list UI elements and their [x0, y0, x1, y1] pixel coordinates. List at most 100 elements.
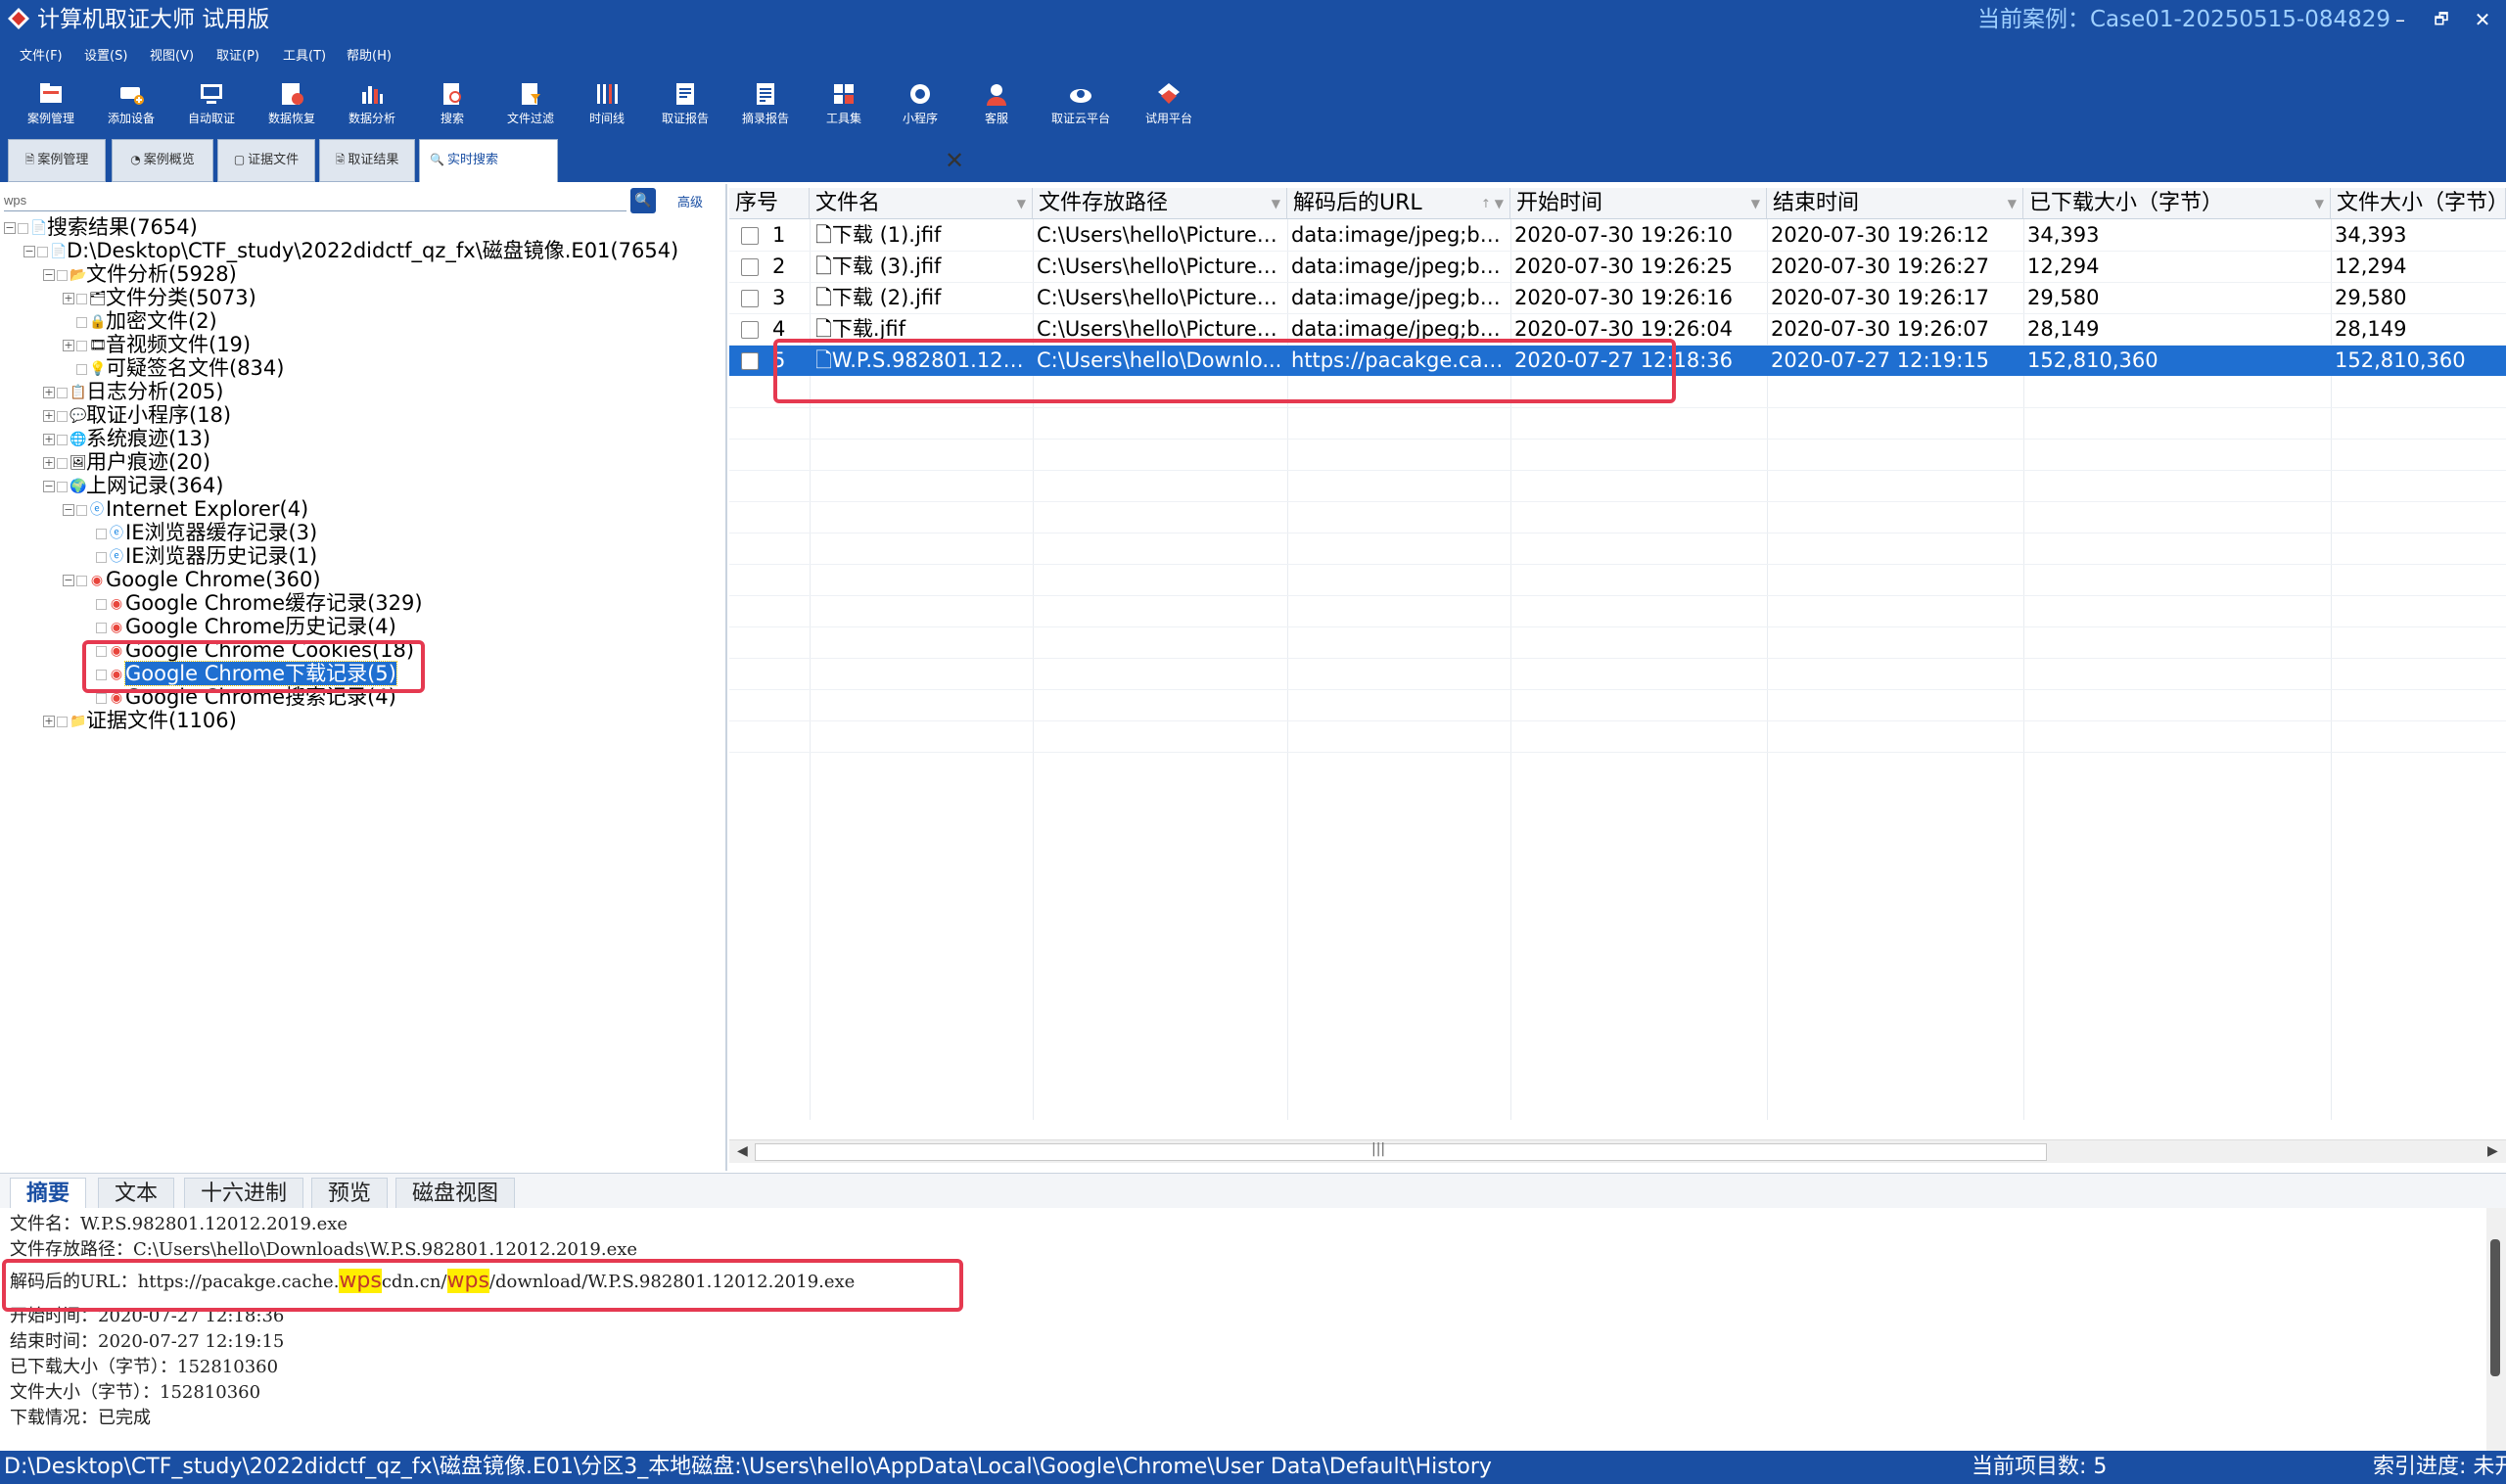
- tab-evidence-files[interactable]: ▢ 证据文件: [217, 139, 315, 182]
- minimize-button[interactable]: –: [2381, 4, 2420, 35]
- tree-node-chrome-history[interactable]: ◉ Google Chrome历史记录(4): [96, 615, 396, 638]
- tree-node-ie-history[interactable]: ⓔIE浏览器历史记录(1): [96, 544, 317, 568]
- table-row[interactable]: 3 🗋下载 (2).jfif C:\Users\hello\Pictures\.…: [729, 282, 2506, 313]
- tree-node-file-analysis[interactable]: − 📂文件分析(5928): [43, 262, 237, 286]
- data-recovery-button[interactable]: 数据恢复: [251, 76, 333, 135]
- search-button[interactable]: 搜索: [411, 76, 493, 135]
- tree-checkbox[interactable]: [37, 246, 48, 257]
- tab-case-manage[interactable]: 🗎 案例管理: [8, 139, 106, 182]
- tree-node-log-analysis[interactable]: + 📋日志分析(205): [43, 380, 223, 403]
- col-header-path[interactable]: 文件存放路径 ▼: [1033, 188, 1287, 219]
- col-header-filename[interactable]: 文件名 ▼: [810, 188, 1033, 219]
- tree-node-chrome[interactable]: − ◉ Google Chrome(360): [63, 568, 321, 591]
- table-row[interactable]: 4 🗋下载.jfif C:\Users\hello\Pictures\... d…: [729, 313, 2506, 345]
- expand-icon[interactable]: +: [43, 410, 55, 422]
- tree-node-suspicious-sign[interactable]: 💡可疑签名文件(834): [76, 356, 284, 380]
- tree-node-av-files[interactable]: + 🎞音视频文件(19): [63, 333, 251, 356]
- col-header-downloaded-size[interactable]: 已下载大小（字节） ▼: [2023, 188, 2331, 219]
- tree-checkbox[interactable]: [18, 222, 28, 234]
- row-checkbox[interactable]: [741, 290, 759, 307]
- tree-checkbox[interactable]: [76, 575, 87, 586]
- scrollbar-thumb[interactable]: [755, 1143, 2047, 1161]
- tree-node-evidence-files[interactable]: + 📁证据文件(1106): [43, 709, 237, 732]
- col-header-url[interactable]: 解码后的URL ↑ ▼: [1287, 188, 1510, 219]
- data-analysis-button[interactable]: 数据分析: [331, 76, 413, 135]
- scrollbar-thumb[interactable]: [2490, 1239, 2500, 1376]
- tree-checkbox[interactable]: [57, 457, 68, 469]
- tree-checkbox[interactable]: [96, 622, 107, 633]
- row-checkbox[interactable]: [741, 321, 759, 339]
- tab-preview[interactable]: 预览: [311, 1178, 389, 1209]
- excerpt-report-button[interactable]: 摘录报告: [724, 76, 807, 135]
- advanced-search-link[interactable]: 高级: [677, 192, 703, 210]
- tree-node-ie-cache[interactable]: ⓔIE浏览器缓存记录(3): [96, 521, 317, 544]
- tree-node-file-category[interactable]: + 🗂文件分类(5073): [63, 286, 256, 309]
- trial-platform-button[interactable]: 试用平台: [1128, 76, 1210, 135]
- menu-forensics[interactable]: 取证(P): [216, 48, 259, 66]
- close-tab-icon[interactable]: ✕: [945, 146, 964, 175]
- col-header-end-time[interactable]: 结束时间 ▼: [1767, 188, 2023, 219]
- col-header-start-time[interactable]: 开始时间 ▼: [1510, 188, 1767, 219]
- expand-icon[interactable]: +: [63, 340, 74, 351]
- tree-checkbox[interactable]: [57, 481, 68, 492]
- tree-node-mini-programs[interactable]: + 💬取证小程序(18): [43, 403, 231, 427]
- tree-node-chrome-cookies[interactable]: ◉ Google Chrome Cookies(18): [96, 638, 414, 662]
- tree-checkbox[interactable]: [96, 692, 107, 704]
- tree-checkbox[interactable]: [96, 528, 107, 539]
- tree-checkbox[interactable]: [76, 504, 87, 516]
- tab-realtime-search[interactable]: 🔍 实时搜索 ✕: [419, 139, 964, 182]
- menu-view[interactable]: 视图(V): [150, 48, 194, 66]
- add-device-button[interactable]: 添加设备: [90, 76, 172, 135]
- miniapp-button[interactable]: 小程序: [879, 76, 961, 135]
- tree-node-internet-records[interactable]: − 🌍上网记录(364): [43, 474, 223, 497]
- col-header-index[interactable]: 序号: [729, 188, 810, 219]
- detail-vertical-scrollbar[interactable]: [2486, 1208, 2506, 1451]
- expand-icon[interactable]: +: [43, 457, 55, 469]
- tree-node-chrome-downloads[interactable]: ◉ Google Chrome下载记录(5): [96, 661, 397, 686]
- tab-text[interactable]: 文本: [98, 1178, 175, 1209]
- filter-icon[interactable]: ▼: [1017, 188, 1026, 218]
- file-filter-button[interactable]: 文件过滤: [489, 76, 572, 135]
- tree-checkbox[interactable]: [76, 340, 87, 351]
- report-button[interactable]: 取证报告: [644, 76, 726, 135]
- tree-node-chrome-search[interactable]: ◉ Google Chrome搜索记录(4): [96, 685, 396, 709]
- menu-tools[interactable]: 工具(T): [283, 48, 326, 66]
- tree-checkbox[interactable]: [57, 387, 68, 398]
- expand-icon[interactable]: +: [43, 434, 55, 445]
- row-checkbox[interactable]: [741, 352, 759, 370]
- tree-node-system-traces[interactable]: + 🌐系统痕迹(13): [43, 427, 210, 450]
- tab-disk-view[interactable]: 磁盘视图: [395, 1178, 516, 1209]
- expand-icon[interactable]: +: [63, 293, 74, 304]
- collapse-icon[interactable]: −: [4, 222, 16, 234]
- tree-checkbox[interactable]: [96, 551, 107, 563]
- tree-checkbox[interactable]: [57, 269, 68, 281]
- table-row-selected[interactable]: 5 🗋W.P.S.982801.120... C:\Users\hello\Do…: [729, 345, 2506, 376]
- tab-forensic-results[interactable]: 🗟 取证结果: [319, 139, 415, 182]
- scroll-left-icon[interactable]: ◀: [737, 1143, 748, 1159]
- expand-icon[interactable]: +: [43, 716, 55, 727]
- timeline-button[interactable]: 时间线: [566, 76, 648, 135]
- filter-icon[interactable]: ▼: [1272, 188, 1280, 218]
- collapse-icon[interactable]: −: [23, 246, 35, 257]
- table-row[interactable]: 1 🗋下载 (1).jfif C:\Users\hello\Pictures\.…: [729, 219, 2506, 251]
- collapse-icon[interactable]: −: [63, 504, 74, 516]
- tab-case-overview[interactable]: ◔ 案例概览: [112, 139, 213, 182]
- tree-checkbox[interactable]: [76, 293, 87, 304]
- tree-node-disk-image[interactable]: − 📄D:\Desktop\CTF_study\2022didctf_qz_fx\…: [23, 239, 678, 262]
- expand-icon[interactable]: +: [43, 387, 55, 398]
- search-input[interactable]: [4, 190, 626, 211]
- tree-checkbox[interactable]: [57, 410, 68, 422]
- restore-button[interactable]: 🗗: [2422, 4, 2461, 35]
- tree-checkbox[interactable]: [76, 363, 87, 375]
- tree-node-search-results[interactable]: − 📄搜索结果(7654): [4, 215, 198, 239]
- row-checkbox[interactable]: [741, 258, 759, 276]
- menu-file[interactable]: 文件(F): [20, 48, 63, 66]
- tree-node-ie[interactable]: − ⓔInternet Explorer(4): [63, 497, 308, 521]
- tree-checkbox[interactable]: [96, 598, 107, 610]
- collapse-icon[interactable]: −: [43, 269, 55, 281]
- search-icon[interactable]: 🔍: [630, 188, 656, 213]
- horizontal-scrollbar[interactable]: ◀ ||| ▶: [729, 1139, 2506, 1163]
- tree-node-chrome-cache[interactable]: ◉ Google Chrome缓存记录(329): [96, 591, 423, 615]
- menu-settings[interactable]: 设置(S): [84, 48, 127, 66]
- tab-summary[interactable]: 摘要: [10, 1178, 87, 1209]
